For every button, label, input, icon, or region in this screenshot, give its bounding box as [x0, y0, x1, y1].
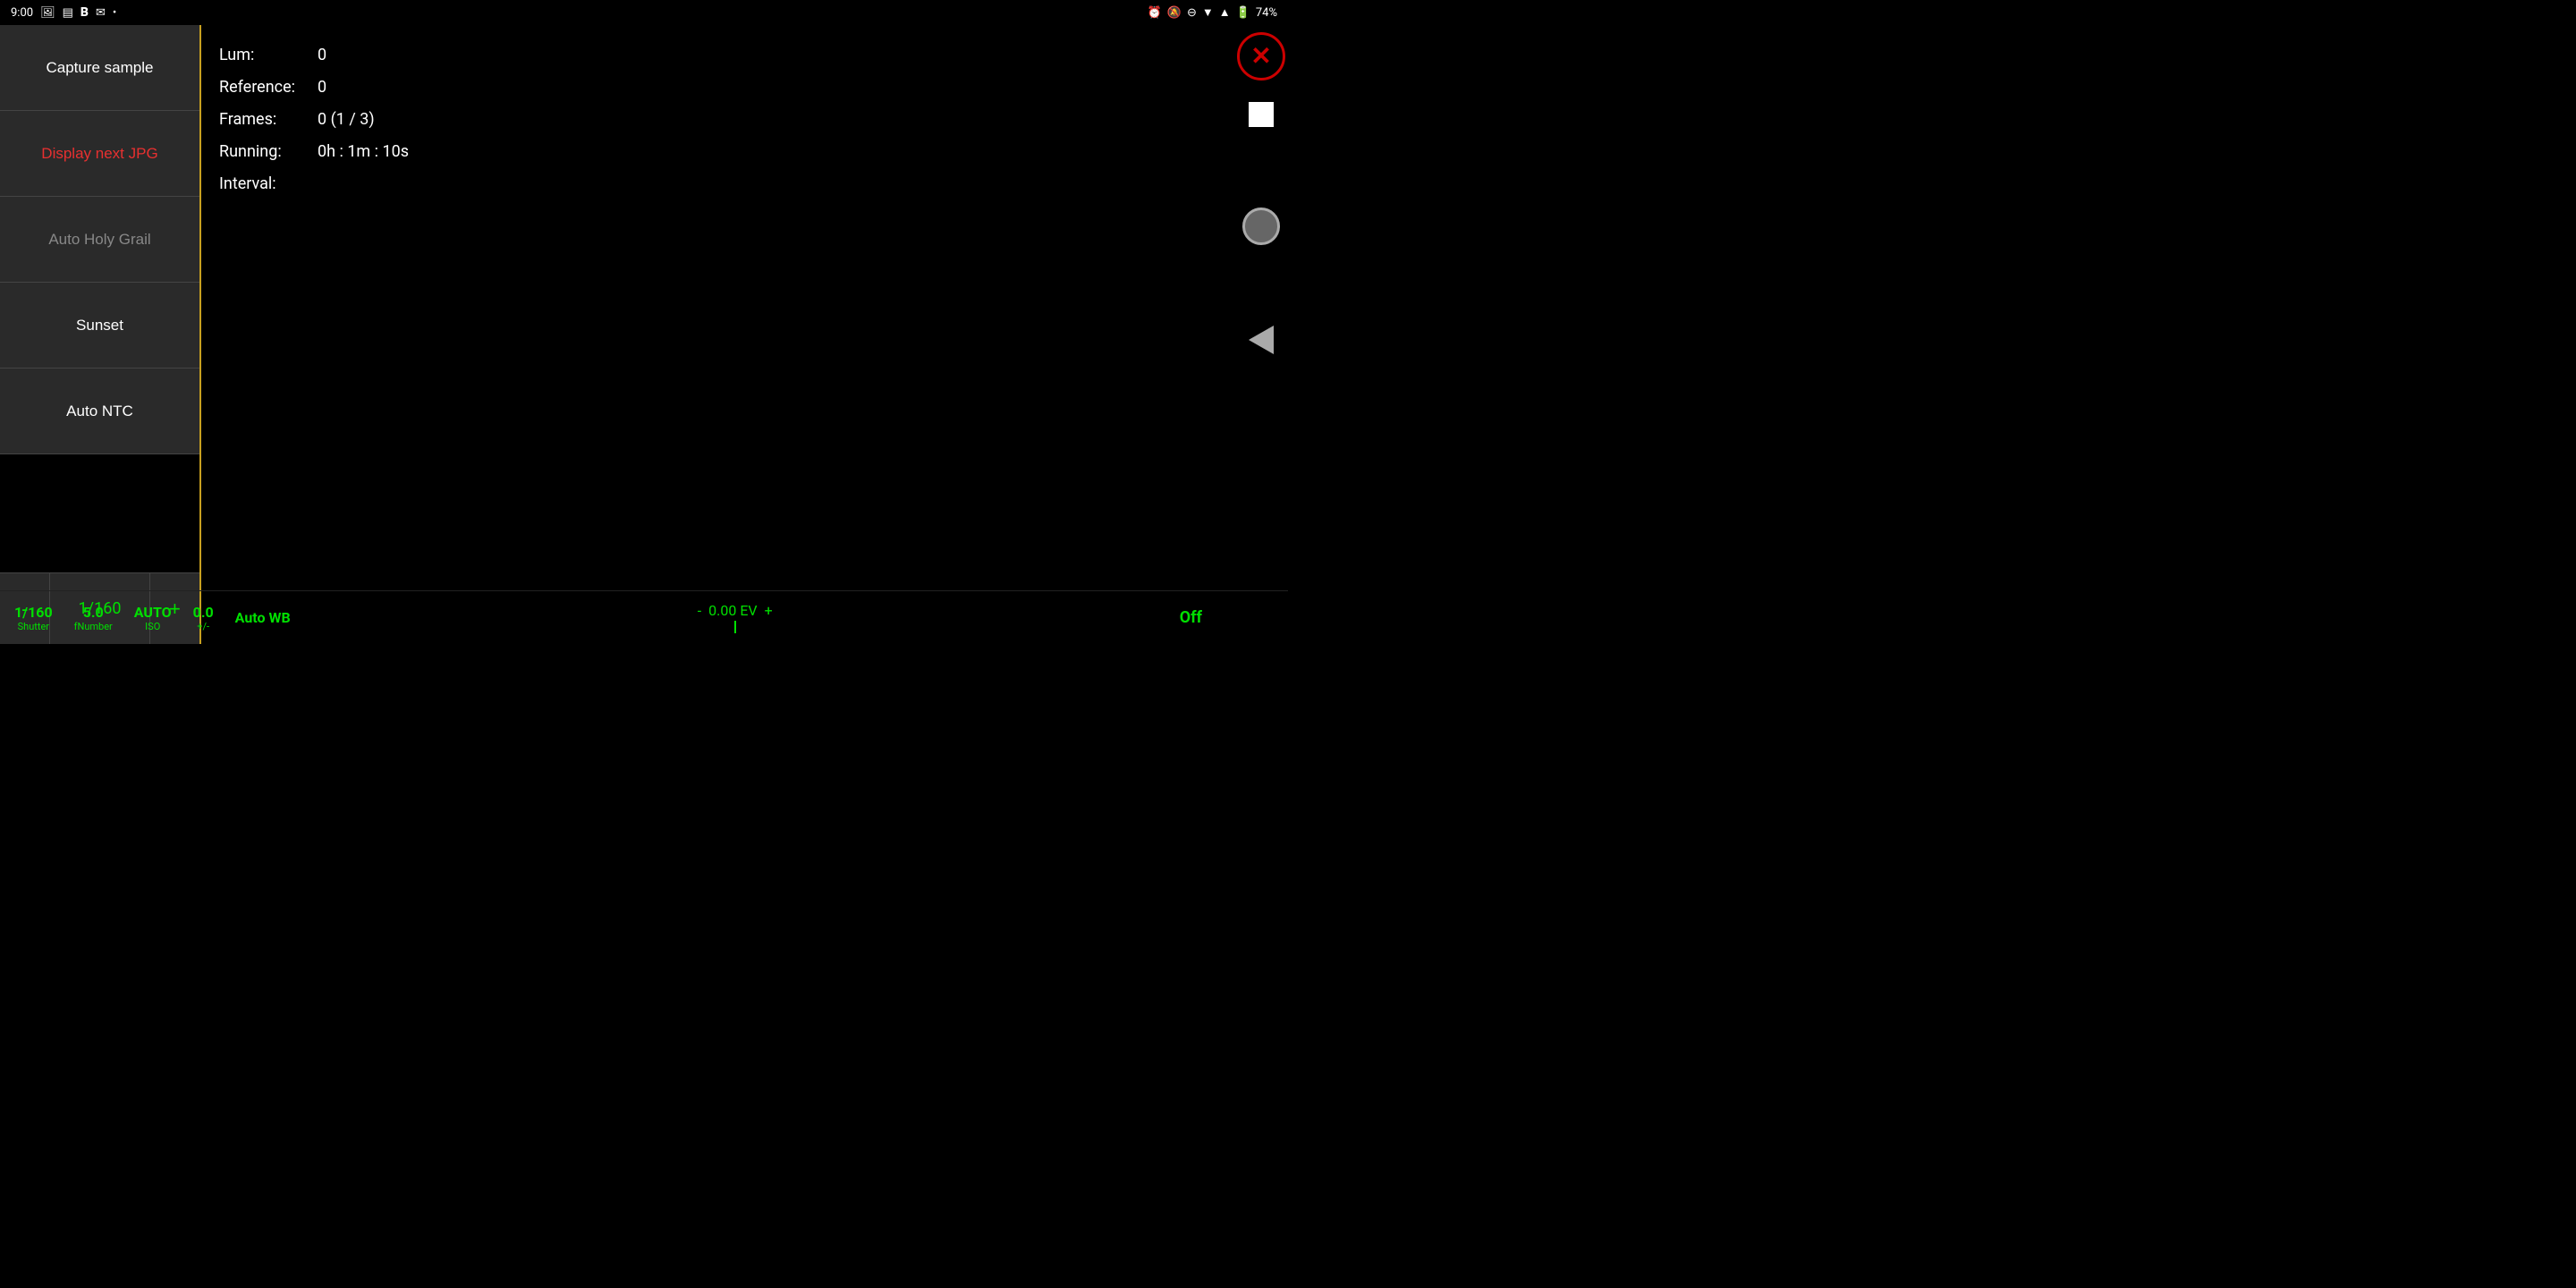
- mail-icon: ✉: [96, 6, 106, 20]
- interval-row: Interval:: [219, 168, 1216, 200]
- time-display: 9:00: [11, 6, 33, 20]
- wifi-icon: ▼: [1202, 5, 1214, 20]
- stop-button[interactable]: [1249, 102, 1274, 127]
- minus-circle-icon: ⊖: [1187, 6, 1197, 20]
- lum-row: Lum: 0: [219, 39, 1216, 72]
- status-left: 9:00 🖼 ▤ B ✉ •: [11, 5, 116, 20]
- bold-icon: B: [80, 5, 89, 20]
- bell-off-icon: 🔕: [1167, 6, 1182, 20]
- plus-minus-group: 0.0 +/-: [193, 604, 214, 632]
- iso-label: ISO: [145, 621, 160, 632]
- right-panel: ✕: [1234, 25, 1288, 644]
- plus-minus-value: 0.0: [193, 604, 214, 621]
- fnumber-group: 5.0 fNumber: [74, 604, 113, 632]
- auto-ntc-button[interactable]: Auto NTC: [0, 369, 199, 454]
- iso-value: AUTO: [134, 604, 172, 621]
- battery-percent: 74%: [1256, 6, 1277, 20]
- close-button[interactable]: ✕: [1237, 32, 1285, 80]
- status-right: ⏰ 🔕 ⊖ ▼ ▲ 🔋 74%: [1148, 5, 1277, 20]
- left-panel: Capture sample Display next JPG Auto Hol…: [0, 25, 201, 644]
- info-panel: Lum: 0 Reference: 0 Frames: 0 (1 / 3) Ru…: [201, 25, 1234, 644]
- capture-sample-button[interactable]: Capture sample: [0, 25, 199, 111]
- ev-section: - 0.00 EV +: [312, 602, 1158, 633]
- alarm-icon: ⏰: [1148, 6, 1162, 20]
- ev-row: - 0.00 EV +: [698, 602, 773, 619]
- back-button[interactable]: [1249, 326, 1274, 354]
- sunset-button[interactable]: Sunset: [0, 283, 199, 369]
- ev-indicator: [734, 621, 736, 633]
- plus-minus-label: +/-: [197, 621, 209, 632]
- frames-row: Frames: 0 (1 / 3): [219, 104, 1216, 136]
- display-next-jpg-button[interactable]: Display next JPG: [0, 111, 199, 197]
- signal-icon: ▲: [1219, 5, 1231, 20]
- ev-minus[interactable]: -: [698, 602, 701, 619]
- shutter-label: Shutter: [18, 621, 49, 632]
- iso-group: AUTO ISO: [134, 604, 172, 632]
- auto-holy-grail-button[interactable]: Auto Holy Grail: [0, 197, 199, 283]
- auto-wb-label: Auto WB: [235, 609, 291, 626]
- dot-icon: •: [113, 6, 116, 20]
- bottom-bar: 1/160 Shutter 5.0 fNumber AUTO ISO 0.0 +…: [0, 590, 1288, 644]
- reference-row: Reference: 0: [219, 72, 1216, 104]
- status-bar: 9:00 🖼 ▤ B ✉ • ⏰ 🔕 ⊖ ▼ ▲ 🔋 74%: [0, 0, 1288, 25]
- close-icon: ✕: [1250, 44, 1271, 69]
- shutter-group: 1/160 Shutter: [14, 604, 53, 632]
- main-layout: Capture sample Display next JPG Auto Hol…: [0, 25, 1288, 644]
- battery-icon: 🔋: [1236, 6, 1250, 20]
- running-row: Running: 0h : 1m : 10s: [219, 136, 1216, 168]
- photo-icon: 🖼: [40, 6, 55, 20]
- record-button[interactable]: [1242, 208, 1280, 245]
- fnumber-label: fNumber: [74, 621, 113, 632]
- shutter-value: 1/160: [14, 604, 53, 621]
- ev-plus[interactable]: +: [765, 602, 773, 619]
- ev-value: 0.00 EV: [708, 602, 757, 619]
- fnumber-value: 5.0: [83, 604, 104, 621]
- off-label: Off: [1180, 608, 1202, 627]
- list-icon: ▤: [63, 6, 73, 20]
